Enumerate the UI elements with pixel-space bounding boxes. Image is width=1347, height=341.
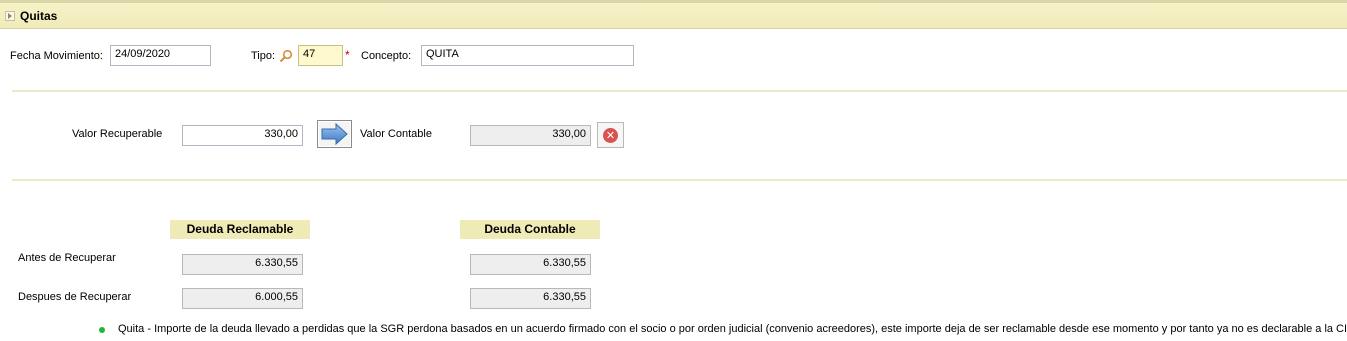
despues-recuperar-label: Despues de Recuperar (18, 291, 132, 303)
tipo-label: Tipo: (251, 50, 276, 62)
deuda-contable-header: Deuda Contable (460, 220, 600, 239)
tipo-field[interactable]: 47 (298, 45, 343, 66)
transfer-button[interactable] (317, 120, 352, 148)
valor-recuperable-field[interactable]: 330,00 (182, 125, 303, 146)
arrow-right-icon (321, 123, 348, 145)
despues-contable-field: 6.330,55 (470, 288, 591, 309)
panel-title: Quitas (20, 9, 58, 23)
search-icon[interactable] (279, 49, 293, 63)
deuda-reclamable-header: Deuda Reclamable (170, 220, 310, 239)
section-divider (12, 179, 1347, 181)
required-marker: * (345, 48, 350, 62)
expand-icon[interactable] (5, 11, 15, 21)
valor-contable-label: Valor Contable (360, 128, 432, 140)
fecha-movimiento-label: Fecha Movimiento: (10, 50, 103, 62)
valor-contable-field: 330,00 (470, 125, 591, 146)
cancel-button[interactable]: ✕ (597, 122, 624, 148)
quita-note: Quita - Importe de la deuda llevado a pe… (118, 323, 1347, 335)
antes-contable-field: 6.330,55 (470, 254, 591, 275)
concepto-field[interactable]: QUITA (421, 45, 634, 66)
fecha-movimiento-field[interactable]: 24/09/2020 (110, 45, 211, 66)
valor-recuperable-label: Valor Recuperable (72, 128, 163, 140)
bullet-icon (99, 327, 105, 333)
cancel-icon: ✕ (603, 128, 618, 143)
antes-reclamable-field: 6.330,55 (182, 254, 303, 275)
antes-recuperar-label: Antes de Recuperar (18, 252, 116, 264)
panel-header[interactable]: Quitas (0, 3, 1347, 29)
despues-reclamable-field: 6.000,55 (182, 288, 303, 309)
concepto-label: Concepto: (361, 50, 412, 62)
section-divider (12, 90, 1347, 92)
